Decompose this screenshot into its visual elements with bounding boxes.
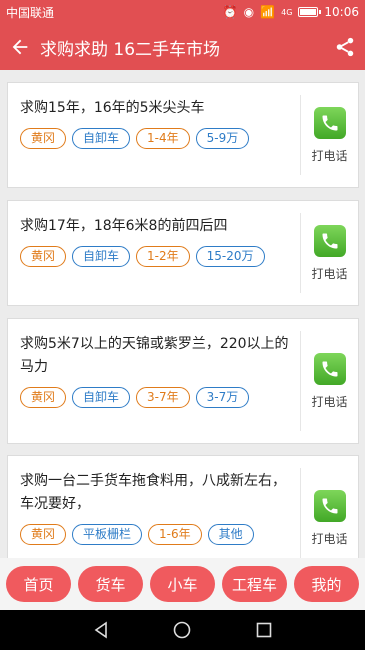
nav-home[interactable]: 首页	[6, 566, 71, 602]
listing-card[interactable]: 求购17年，18年6米8的前四后四 黄冈 自卸车 1-2年 15-20万 打电话	[7, 200, 359, 306]
nav-construction[interactable]: 工程车	[222, 566, 287, 602]
call-label: 打电话	[311, 266, 348, 281]
eye-icon: ◉	[243, 5, 255, 19]
battery-icon	[298, 7, 322, 17]
carrier-label: 中国联通	[6, 5, 55, 20]
tag-age: 3-7年	[136, 387, 190, 408]
call-label: 打电话	[311, 531, 348, 546]
listing-content: 求购一台二手货车拖食料用，八成新左右，车况要好， 黄冈 平板栅栏 1-6年 其他	[8, 456, 300, 558]
phone-icon	[313, 106, 346, 139]
listing-list[interactable]: 求购15年，16年的5米尖头车 黄冈 自卸车 1-4年 5-9万 打电话 求购1…	[0, 70, 365, 558]
call-button[interactable]: 打电话	[300, 331, 358, 431]
listing-card[interactable]: 求购5米7以上的天锦或紫罗兰，220以上的马力 黄冈 自卸车 3-7年 3-7万…	[7, 318, 359, 444]
home-circle-icon[interactable]	[172, 620, 192, 640]
listing-text: 求购5米7以上的天锦或紫罗兰，220以上的马力	[20, 336, 289, 375]
app-bar: 求购求助 16二手车市场	[0, 24, 365, 70]
listing-content: 求购5米7以上的天锦或紫罗兰，220以上的马力 黄冈 自卸车 3-7年 3-7万	[8, 319, 300, 443]
arrow-left-icon	[12, 39, 28, 55]
tag-age: 1-6年	[148, 524, 202, 545]
phone-icon	[313, 224, 346, 257]
call-label: 打电话	[311, 394, 348, 409]
call-button[interactable]: 打电话	[300, 213, 358, 293]
tag-location: 黄冈	[20, 524, 67, 545]
nav-trucks[interactable]: 货车	[78, 566, 143, 602]
nav-cars[interactable]: 小车	[150, 566, 215, 602]
status-icons: ⏰ ◉ 📶 4G 10:06	[223, 5, 359, 19]
call-button[interactable]: 打电话	[300, 468, 358, 558]
tag-price: 其他	[207, 524, 254, 545]
tag-type: 自卸车	[72, 246, 131, 267]
status-bar: 中国联通 ⏰ ◉ 📶 4G 10:06	[0, 0, 365, 24]
tag-age: 1-4年	[136, 128, 190, 149]
tag-location: 黄冈	[20, 246, 67, 267]
listing-card[interactable]: 求购一台二手货车拖食料用，八成新左右，车况要好， 黄冈 平板栅栏 1-6年 其他…	[7, 455, 359, 558]
page-title: 求购求助 16二手车市场	[40, 39, 221, 60]
tag-price: 15-20万	[195, 246, 265, 267]
listing-text: 求购一台二手货车拖食料用，八成新左右，车况要好，	[20, 473, 286, 512]
nav-mine[interactable]: 我的	[294, 566, 359, 602]
system-nav-bar	[0, 610, 365, 650]
listing-tags: 黄冈 自卸车 1-2年 15-20万	[20, 246, 290, 267]
alarm-icon: ⏰	[222, 5, 238, 19]
tag-age: 1-2年	[136, 246, 190, 267]
phone-icon	[313, 352, 346, 385]
recent-apps-icon[interactable]	[254, 620, 274, 640]
network-label: 4G	[281, 7, 293, 17]
share-button[interactable]	[325, 24, 365, 70]
bottom-nav: 首页 货车 小车 工程车 我的	[0, 558, 365, 610]
phone-icon	[313, 489, 346, 522]
listing-content: 求购17年，18年6米8的前四后四 黄冈 自卸车 1-2年 15-20万	[8, 201, 300, 305]
listing-tags: 黄冈 自卸车 1-4年 5-9万	[20, 128, 290, 149]
back-button[interactable]	[0, 24, 40, 70]
tag-type: 自卸车	[72, 387, 131, 408]
listing-card[interactable]: 求购15年，16年的5米尖头车 黄冈 自卸车 1-4年 5-9万 打电话	[7, 82, 359, 188]
listing-tags: 黄冈 自卸车 3-7年 3-7万	[20, 387, 290, 408]
call-button[interactable]: 打电话	[300, 95, 358, 175]
listing-content: 求购15年，16年的5米尖头车 黄冈 自卸车 1-4年 5-9万	[8, 83, 300, 187]
tag-type: 平板栅栏	[72, 524, 143, 545]
tag-price: 3-7万	[195, 387, 250, 408]
tag-location: 黄冈	[20, 128, 67, 149]
back-triangle-icon[interactable]	[91, 620, 111, 640]
wifi-icon: 📶	[260, 5, 276, 19]
listing-text: 求购17年，18年6米8的前四后四	[20, 218, 228, 234]
share-icon	[336, 37, 354, 57]
listing-text: 求购15年，16年的5米尖头车	[20, 100, 205, 116]
clock: 10:06	[324, 5, 359, 19]
tag-location: 黄冈	[20, 387, 67, 408]
listing-tags: 黄冈 平板栅栏 1-6年 其他	[20, 524, 290, 545]
call-label: 打电话	[311, 148, 348, 163]
tag-price: 5-9万	[195, 128, 250, 149]
tag-type: 自卸车	[72, 128, 131, 149]
